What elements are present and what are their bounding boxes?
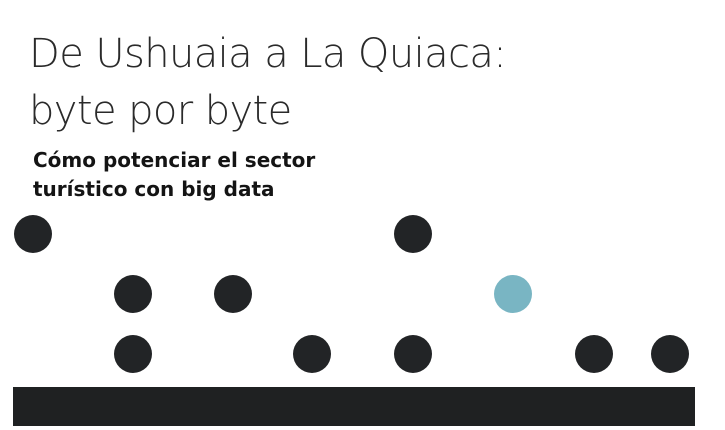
dot: [394, 335, 432, 373]
accent-dot: [494, 275, 532, 313]
dot: [575, 335, 613, 373]
subtitle-line-2: turístico con big data: [33, 177, 275, 201]
subtitle-line-1: Cómo potenciar el sector: [33, 148, 316, 172]
dot: [14, 215, 52, 253]
dot: [394, 215, 432, 253]
footer-bar: [13, 387, 695, 426]
title-line-2: byte por byte: [29, 88, 292, 134]
dot: [651, 335, 689, 373]
dot: [214, 275, 252, 313]
dot: [293, 335, 331, 373]
title-line-1: De Ushuaia a La Quiaca:: [29, 31, 507, 77]
dot: [114, 275, 152, 313]
dot: [114, 335, 152, 373]
page-title: De Ushuaia a La Quiaca: byte por byte: [29, 26, 689, 140]
subtitle: Cómo potenciar el sector turístico con b…: [33, 146, 453, 204]
cover: De Ushuaia a La Quiaca: byte por byte Có…: [0, 0, 725, 430]
